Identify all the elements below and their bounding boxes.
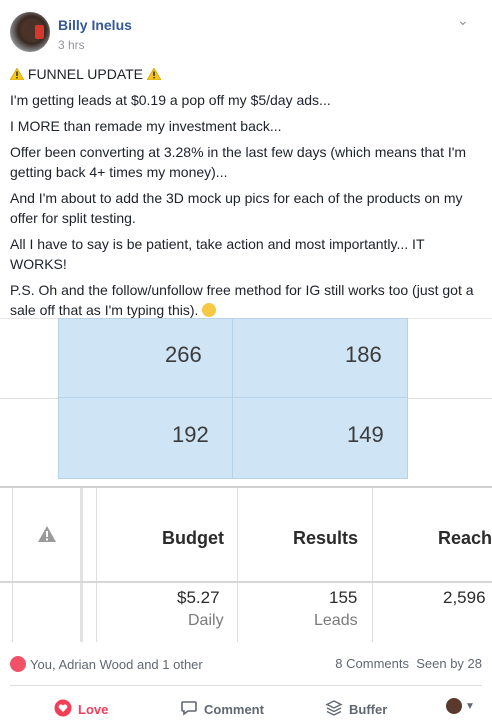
warning-icon [38,526,56,542]
seen-count[interactable]: Seen by 28 [416,656,482,671]
comment-icon [181,701,197,716]
buffer-icon [325,700,343,716]
warning-icon [146,68,161,80]
post-time[interactable]: 3 hrs [58,38,85,52]
budget-value: $5.27 [177,588,220,607]
buffer-button[interactable]: Buffer [325,699,387,717]
column-results: Results [293,528,359,548]
love-button[interactable]: Love [54,699,108,717]
post-line-3: I MORE than remade my investment back... [10,118,282,134]
reach-value: 2,596 [443,588,486,607]
header-underline [0,581,492,583]
grid-line [0,398,58,399]
grid-line [12,488,13,642]
post-line-1: FUNNEL UPDATE [10,64,482,84]
post-image[interactable]: 266 186 192 149 Budget Results Reach $5.… [0,318,492,642]
comment-button[interactable]: Comment [180,699,264,717]
avatar [446,697,462,714]
grid-line [96,488,97,642]
post-line-7-text: P.S. Oh and the follow/unfollow free met… [10,282,474,318]
avatar-phone [35,25,44,39]
heart-icon [10,656,26,672]
reactions-summary[interactable]: You, Adrian Wood and 1 other [10,656,203,672]
warning-icon [10,68,24,80]
author-name[interactable]: Billy Inelus [58,17,132,33]
action-bar: Love Comment Buffer ▼ [0,693,492,721]
grid-line [237,488,238,642]
post-line-5: And I'm about to add the 3D mock up pics… [10,190,463,226]
love-label: Love [78,702,109,717]
post-line-7: P.S. Oh and the follow/unfollow free met… [10,280,482,320]
grid-line [372,488,373,642]
comments-count[interactable]: 8 Comments [335,656,409,671]
value-192: 192 [172,422,209,447]
table-divider [0,486,492,488]
post-stats: 8 Comments Seen by 28 [335,656,482,671]
budget-sub: Daily [188,612,224,629]
winking-face-icon [202,303,217,317]
results-value: 155 [329,588,358,607]
value-186: 186 [345,342,382,367]
reaction-avatar-menu[interactable]: ▼ [446,697,475,714]
post-title: FUNNEL UPDATE [27,66,144,82]
highlight-cell [58,318,233,398]
divider [10,685,482,686]
grid-line [408,398,492,399]
comment-label: Comment [204,702,264,717]
chevron-down-icon[interactable]: ⌄ [457,12,469,29]
post-line-2: I'm getting leads at $0.19 a pop off my … [10,92,331,108]
grid-line [80,488,83,642]
heart-icon [54,699,72,717]
post-line-6: All I have to say is be patient, take ac… [10,236,425,272]
column-reach: Reach [438,528,492,548]
post-header: Billy Inelus 3 hrs ⌄ [0,0,492,60]
reactions-text: You, Adrian Wood and 1 other [30,657,203,672]
author-avatar[interactable] [10,12,50,52]
post-text: FUNNEL UPDATE I'm getting leads at $0.19… [10,64,482,326]
value-149: 149 [347,422,384,447]
buffer-label: Buffer [349,702,388,717]
chevron-down-icon: ▼ [465,701,475,712]
value-266: 266 [165,342,202,367]
column-budget: Budget [162,528,224,548]
results-sub: Leads [314,612,358,629]
post-line-4: Offer been converting at 3.28% in the la… [10,144,467,180]
